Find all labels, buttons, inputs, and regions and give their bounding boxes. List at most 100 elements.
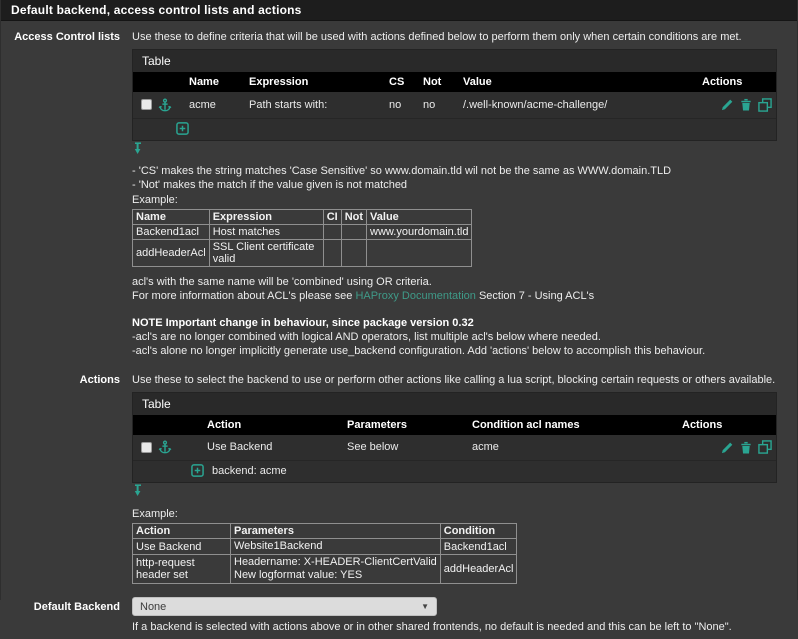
acl-note-not: - 'Not' makes the match if the value giv… <box>132 178 789 192</box>
actions-col-tools <box>133 415 203 435</box>
acl-combined-note: acl's with the same name will be 'combin… <box>132 275 789 289</box>
acl-example-row: addHeaderAcl SSL Client certificate vali… <box>133 239 472 266</box>
actions-example-row: http-request header set Headername: X-HE… <box>133 555 517 584</box>
acl-behaviour-note-title: NOTE Important change in behaviour, sinc… <box>132 316 789 330</box>
haproxy-documentation-link[interactable]: HAProxy Documentation <box>355 290 475 302</box>
actions-table-container: Table Action Parameters Condition acl na <box>132 392 777 484</box>
actions-ex-cell: http-request header set <box>133 555 231 584</box>
actions-delete-button[interactable] <box>740 441 752 454</box>
acl-col-expression: Expression <box>245 72 385 92</box>
acl-add-row-button[interactable] <box>176 122 189 134</box>
trash-icon <box>740 441 752 454</box>
clone-icon <box>758 98 772 112</box>
actions-table-row: Use Backend See below acme <box>133 435 776 461</box>
panel-title: Default backend, access control lists an… <box>1 0 797 21</box>
acl-section: Access Control lists Use these to define… <box>1 29 797 358</box>
acl-copy-button[interactable] <box>758 98 772 112</box>
acl-description: Use these to define criteria that will b… <box>132 30 789 44</box>
acl-ex-cell: addHeaderAcl <box>133 239 210 266</box>
actions-subrow-text: backend: acme <box>212 465 287 477</box>
acl-ex-cell <box>341 239 366 266</box>
actions-edit-button[interactable] <box>721 441 734 454</box>
default-backend-label: Default Backend <box>1 595 132 613</box>
actions-ex-cell: Use Backend <box>133 539 231 555</box>
acl-ex-col-not: Not <box>341 209 366 224</box>
acl-more-info-line: For more information about ACL's please … <box>132 289 789 303</box>
actions-section: Actions Use these to select the backend … <box>1 372 797 585</box>
actions-row-checkbox[interactable] <box>141 442 152 453</box>
more-info-suffix: Section 7 - Using ACL's <box>476 290 594 302</box>
acl-edit-button[interactable] <box>721 98 734 111</box>
actions-subrow: backend: acme <box>133 461 776 483</box>
acl-table: Name Expression CS Not Value Actions <box>133 72 776 140</box>
actions-table-move-handle[interactable] <box>134 484 789 497</box>
down-hook-arrow-icon <box>134 484 144 497</box>
actions-ex-col-condition: Condition <box>440 524 517 539</box>
acl-row-expression: Path starts with: <box>245 92 385 118</box>
actions-row-move-anchor[interactable] <box>158 440 172 454</box>
actions-ex-col-parameters: Parameters <box>231 524 441 539</box>
actions-col-condition: Condition acl names <box>468 415 678 435</box>
trash-icon <box>740 98 752 111</box>
acl-col-value: Value <box>459 72 698 92</box>
acl-example-table: Name Expression CI Not Value Backend1acl… <box>132 209 472 267</box>
acl-row-checkbox[interactable] <box>141 99 152 110</box>
actions-col-action: Action <box>203 415 343 435</box>
actions-row-parameters: See below <box>343 435 468 461</box>
acl-row-cs: no <box>385 92 419 118</box>
actions-copy-button[interactable] <box>758 440 772 454</box>
acl-row-move-anchor[interactable] <box>158 98 172 112</box>
actions-expand-button[interactable] <box>191 464 204 477</box>
acl-delete-button[interactable] <box>740 98 752 111</box>
actions-ex-cell: addHeaderAcl <box>440 555 517 584</box>
acl-table-header-row: Name Expression CS Not Value Actions <box>133 72 776 92</box>
acl-section-label: Access Control lists <box>1 29 132 43</box>
anchor-icon <box>158 98 172 112</box>
actions-col-actions: Actions <box>678 415 776 435</box>
acl-ex-cell: SSL Client certificate valid <box>209 239 323 266</box>
param-line: Website1Backend <box>234 540 437 553</box>
default-backend-description: If a backend is selected with actions ab… <box>132 620 789 634</box>
actions-section-label: Actions <box>1 372 132 386</box>
acl-col-tools <box>133 72 185 92</box>
actions-table: Action Parameters Condition acl names Ac… <box>133 415 776 483</box>
acl-table-move-handle[interactable] <box>134 142 789 155</box>
anchor-icon <box>158 440 172 454</box>
acl-ex-cell: Host matches <box>209 224 323 239</box>
acl-ex-cell: Backend1acl <box>133 224 210 239</box>
acl-note-cs: - 'CS' makes the string matches 'Case Se… <box>132 164 789 178</box>
acl-row-not: no <box>419 92 459 118</box>
acl-add-row <box>133 118 776 140</box>
actions-description: Use these to select the backend to use o… <box>132 373 789 387</box>
default-backend-selected-value: None <box>140 601 421 613</box>
acl-table-title: Table <box>133 50 776 72</box>
actions-example-table: Action Parameters Condition Use Backend … <box>132 523 517 584</box>
actions-table-title: Table <box>133 393 776 415</box>
actions-ex-col-action: Action <box>133 524 231 539</box>
acl-example-label: Example: <box>132 193 789 207</box>
down-hook-arrow-icon <box>134 142 144 155</box>
acl-ex-cell: www.yourdomain.tld <box>367 224 472 239</box>
acl-row-name: acme <box>185 92 245 118</box>
acl-ex-cell <box>323 224 341 239</box>
default-backend-section: Default Backend None ▼ If a backend is s… <box>1 595 797 639</box>
acl-col-not: Not <box>419 72 459 92</box>
clone-icon <box>758 440 772 454</box>
acl-ex-cell <box>323 239 341 266</box>
acl-behaviour-note-1: -acl's are no longer combined with logic… <box>132 330 789 344</box>
haproxy-frontend-panel: Default backend, access control lists an… <box>0 0 798 600</box>
actions-row-action: Use Backend <box>203 435 343 461</box>
actions-col-parameters: Parameters <box>343 415 468 435</box>
acl-ex-col-value: Value <box>367 209 472 224</box>
pencil-icon <box>721 98 734 111</box>
acl-row-value: /.well-known/acme-challenge/ <box>459 92 698 118</box>
more-info-prefix: For more information about ACL's please … <box>132 290 355 302</box>
acl-col-name: Name <box>185 72 245 92</box>
acl-col-cs: CS <box>385 72 419 92</box>
acl-ex-cell <box>341 224 366 239</box>
pencil-icon <box>721 441 734 454</box>
param-line: New logformat value: YES <box>234 569 437 582</box>
actions-ex-cell: Backend1acl <box>440 539 517 555</box>
actions-example-row: Use Backend Website1Backend Backend1acl <box>133 539 517 555</box>
acl-table-row: acme Path starts with: no no /.well-know… <box>133 92 776 118</box>
